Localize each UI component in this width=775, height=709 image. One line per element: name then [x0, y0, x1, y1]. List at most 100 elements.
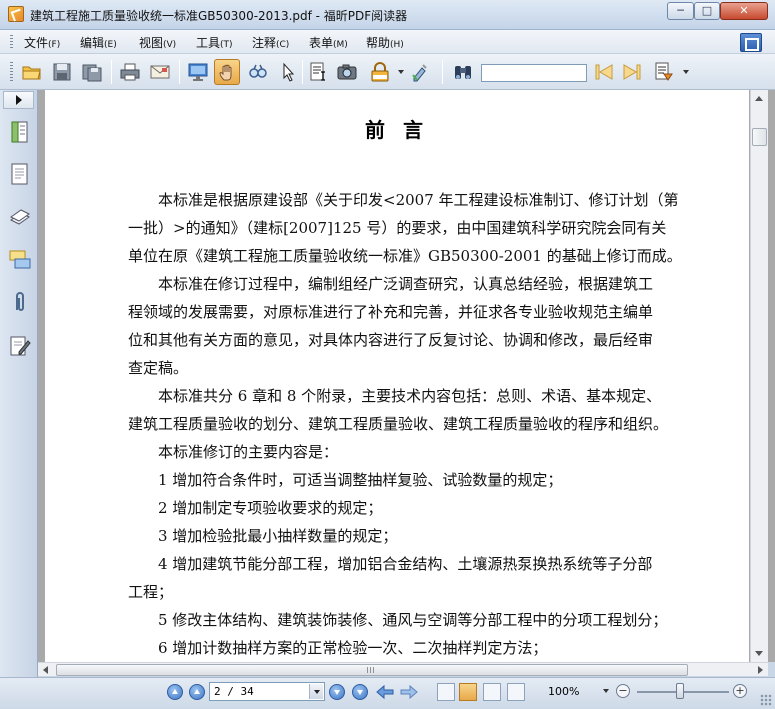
text-line: 单位在原《建筑工程施工质量验收统一标准》GB50300-2001 的基础上修订而…	[128, 247, 682, 265]
go-back-icon[interactable]	[376, 684, 394, 700]
layers-icon[interactable]	[9, 205, 31, 229]
close-button[interactable]: ✕	[720, 2, 768, 20]
scroll-right-arrow-icon[interactable]	[758, 666, 763, 674]
text-line: 本标准共分 6 章和 8 个附录，主要技术内容包括：总则、术语、基本规定、	[158, 387, 662, 405]
horizontal-scroll-thumb[interactable]	[56, 664, 688, 676]
menu-bar: 文件(F) 编辑(E) 视图(V) 工具(T) 注释(C) 表单(M) 帮助(H…	[0, 30, 775, 54]
toolbar-grip[interactable]	[10, 62, 13, 82]
print-icon	[120, 63, 140, 81]
menu-tools[interactable]: 工具(T)	[196, 34, 233, 51]
zoom-slider-thumb[interactable]	[676, 683, 684, 699]
menu-help[interactable]: 帮助(H)	[366, 34, 404, 51]
expand-view-icon[interactable]	[740, 33, 762, 52]
fullscreen-button[interactable]	[185, 59, 211, 85]
text-line: 程领域的发展需要，对原标准进行了补充和完善，并征求各专业验收规范主编单	[128, 303, 654, 321]
zoom-dropdown-arrow-icon[interactable]	[603, 689, 609, 693]
text-line: 5 修改主体结构、建筑装饰装修、通风与空调等分部工程中的分项工程划分；	[158, 611, 668, 629]
snapshot-zoom-icon	[249, 64, 267, 78]
camera-button[interactable]	[334, 59, 360, 85]
previous-page-icon[interactable]	[189, 684, 205, 700]
menu-grip[interactable]	[10, 35, 13, 49]
bookmarks-icon[interactable]	[9, 120, 31, 144]
text-select-icon	[310, 62, 325, 81]
status-bar: 2 / 34 100% − +	[0, 677, 775, 709]
save-icon	[53, 63, 71, 81]
minimize-button[interactable]: ─	[667, 2, 694, 20]
page-title: 前言	[365, 118, 441, 142]
save-as-icon	[82, 64, 102, 82]
first-page-icon[interactable]	[167, 684, 183, 700]
zoom-out-icon[interactable]: −	[616, 684, 630, 698]
menu-comment[interactable]: 注释(C)	[252, 34, 289, 51]
text-line: 本标准是根据原建设部《关于印发<2007 年工程建设标准制订、修订计划（第	[158, 191, 679, 209]
vertical-scrollbar[interactable]	[750, 90, 768, 662]
attachments-icon[interactable]	[9, 290, 31, 314]
sign-icon	[412, 64, 427, 82]
snapshot-zoom-button[interactable]	[245, 59, 271, 85]
resize-grip-icon[interactable]	[760, 694, 772, 706]
email-icon	[150, 65, 170, 79]
text-select-button[interactable]	[305, 59, 331, 85]
menu-file[interactable]: 文件(F)	[24, 34, 60, 51]
scroll-left-arrow-icon[interactable]	[43, 666, 48, 674]
next-result-icon	[623, 64, 641, 80]
highlight-results-button[interactable]	[651, 59, 677, 85]
scroll-down-arrow-icon[interactable]	[755, 651, 763, 656]
text-line: 建筑工程质量验收的划分、建筑工程质量验收、建筑工程质量验收的程序和组织。	[128, 415, 669, 433]
save-button[interactable]	[49, 59, 75, 85]
toolbar-separator	[111, 60, 112, 84]
sign-button[interactable]	[408, 59, 434, 85]
title-bar: 建筑工程施工质量验收统一标准GB50300-2013.pdf - 福昕PDF阅读…	[0, 0, 775, 30]
hand-tool-button[interactable]	[214, 59, 240, 85]
single-page-view-icon[interactable]	[437, 683, 455, 701]
panel-collapse-arrow-icon[interactable]	[3, 91, 34, 109]
text-line: 工程；	[128, 583, 174, 601]
camera-icon	[337, 64, 357, 80]
next-page-icon[interactable]	[329, 684, 345, 700]
text-line: 一批）>的通知》（建标[2007]125 号）的要求，由中国建筑科学研究院会同有…	[128, 219, 667, 237]
rms-icon	[371, 62, 389, 82]
rms-dropdown-arrow[interactable]	[398, 70, 404, 74]
zoom-in-icon[interactable]: +	[733, 684, 747, 698]
page-dropdown-arrow-icon[interactable]	[309, 684, 323, 699]
horizontal-scrollbar[interactable]	[38, 662, 768, 676]
vertical-scroll-thumb[interactable]	[752, 128, 767, 146]
print-button[interactable]	[117, 59, 143, 85]
next-result-button[interactable]	[619, 59, 645, 85]
fullscreen-icon	[188, 63, 208, 81]
last-page-icon[interactable]	[352, 684, 368, 700]
signatures-icon[interactable]	[9, 334, 31, 358]
rms-button[interactable]	[367, 59, 393, 85]
text-line: 2 增加制定专项验收要求的规定；	[158, 499, 383, 517]
menu-form[interactable]: 表单(M)	[309, 34, 348, 51]
toolbar-separator	[179, 60, 180, 84]
select-arrow-button[interactable]	[275, 59, 301, 85]
pages-thumbnail-icon[interactable]	[9, 162, 31, 186]
save-as-button[interactable]	[79, 59, 105, 85]
continuous-view-icon[interactable]	[459, 683, 477, 701]
comments-icon[interactable]	[9, 248, 31, 272]
text-line: 本标准在修订过程中，编制组经广泛调查研究，认真总结经验，根据建筑工	[158, 275, 654, 293]
maximize-button[interactable]: □	[694, 2, 720, 20]
continuous-facing-view-icon[interactable]	[507, 683, 525, 701]
menu-view[interactable]: 视图(V)	[139, 34, 176, 51]
open-button[interactable]	[19, 59, 45, 85]
find-button[interactable]	[450, 59, 476, 85]
document-viewport[interactable]: 前言 本标准是根据原建设部《关于印发<2007 年工程建设标准制订、修订计划（第…	[38, 90, 775, 662]
menu-edit[interactable]: 编辑(E)	[80, 34, 117, 51]
search-input[interactable]	[481, 64, 587, 82]
prev-result-button[interactable]	[591, 59, 617, 85]
open-folder-icon	[22, 66, 41, 80]
pdf-page[interactable]: 前言 本标准是根据原建设部《关于印发<2007 年工程建设标准制订、修订计划（第…	[45, 90, 749, 662]
highlight-dropdown-arrow[interactable]	[683, 70, 689, 74]
text-line: 查定稿。	[128, 359, 189, 377]
email-button[interactable]	[147, 59, 173, 85]
scroll-up-arrow-icon[interactable]	[755, 96, 763, 101]
facing-view-icon[interactable]	[483, 683, 501, 701]
zoom-level[interactable]: 100%	[548, 685, 579, 698]
go-forward-icon[interactable]	[400, 684, 418, 700]
page-number-field[interactable]: 2 / 34	[209, 682, 325, 701]
text-line: 6 增加计数抽样方案的正常检验一次、二次抽样判定方法；	[158, 639, 548, 657]
main-toolbar	[0, 54, 775, 90]
prev-result-icon	[595, 64, 613, 80]
